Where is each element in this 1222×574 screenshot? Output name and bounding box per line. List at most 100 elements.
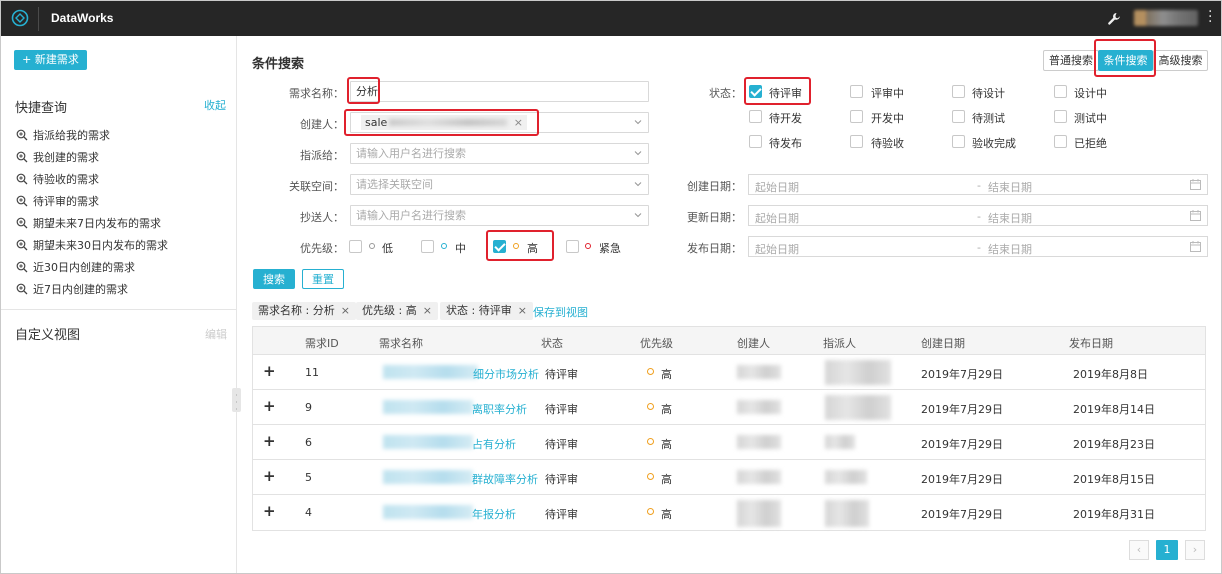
expand-row-icon[interactable]: +	[263, 502, 276, 520]
cell-name-link[interactable]: 细分市场分析	[473, 366, 539, 382]
highlight-box-status	[744, 77, 811, 105]
updated-date-range[interactable]: 起始日期 - 结束日期	[748, 205, 1208, 226]
cell-id: 6	[305, 436, 312, 449]
space-select[interactable]: 请选择关联空间	[350, 174, 649, 195]
priority-urgent-checkbox[interactable]	[566, 240, 579, 253]
creator-redacted	[737, 500, 781, 527]
cc-select[interactable]: 请输入用户名进行搜索	[350, 205, 649, 226]
status-checkbox-pending-design[interactable]	[952, 85, 965, 98]
name-input[interactable]: 分析	[350, 81, 649, 102]
column-header-priority[interactable]: 优先级	[640, 335, 673, 351]
release-date-range[interactable]: 起始日期 - 结束日期	[748, 236, 1208, 257]
filter-tag-label: 需求名称 : 分析	[258, 304, 335, 317]
status-checkbox-in-dev[interactable]	[850, 110, 863, 123]
expand-row-icon[interactable]: +	[263, 397, 276, 415]
cell-status: 待评审	[545, 508, 578, 521]
advanced-search-button[interactable]: 高级搜索	[1153, 50, 1208, 71]
assignee-select[interactable]: 请输入用户名进行搜索	[350, 143, 649, 164]
save-to-view-link[interactable]: 保存到视图	[533, 304, 588, 320]
normal-search-button[interactable]: 普通搜索	[1043, 50, 1099, 71]
column-header-status[interactable]: 状态	[541, 335, 563, 351]
cc-placeholder: 请输入用户名进行搜索	[356, 209, 466, 222]
created-date-label: 创建日期：	[687, 180, 742, 193]
search-button[interactable]: 搜索	[253, 269, 295, 289]
status-checkbox-in-review[interactable]	[850, 85, 863, 98]
quick-item-label: 待评审的需求	[33, 195, 99, 208]
search-icon	[16, 195, 28, 207]
quick-item-release-7-days[interactable]: 期望未来7日内发布的需求	[16, 212, 226, 234]
column-header-created-date[interactable]: 创建日期	[921, 335, 965, 351]
reset-button[interactable]: 重置	[302, 269, 344, 289]
pagination-prev-button[interactable]: ‹	[1129, 540, 1149, 560]
quick-item-label: 指派给我的需求	[33, 129, 110, 142]
quick-item-created-30-days[interactable]: 近30日内创建的需求	[16, 256, 226, 278]
priority-medium-dot	[441, 243, 447, 249]
sidebar-divider	[1, 309, 237, 310]
highlight-box-name	[347, 77, 380, 104]
cell-id: 4	[305, 506, 312, 519]
status-checkbox-accepted[interactable]	[952, 135, 965, 148]
table-row[interactable]: + 5 群故障率分析 待评审 高 2019年7月29日 2019年8月15日	[253, 460, 1205, 495]
created-date-range[interactable]: 起始日期 - 结束日期	[748, 174, 1208, 195]
status-checkbox-pending-release[interactable]	[749, 135, 762, 148]
quick-query-list: 指派给我的需求 我创建的需求 待验收的需求 待评审的需求 期望未来7日内发布的需…	[16, 124, 226, 300]
column-header-release-date[interactable]: 发布日期	[1069, 335, 1113, 351]
pagination-next-button[interactable]: ›	[1185, 540, 1205, 560]
quick-item-assigned-to-me[interactable]: 指派给我的需求	[16, 124, 226, 146]
assignee-redacted	[825, 360, 891, 385]
status-checkbox-in-test[interactable]	[1054, 110, 1067, 123]
status-checkbox-pending-dev[interactable]	[749, 110, 762, 123]
priority-medium-checkbox[interactable]	[421, 240, 434, 253]
dataworks-logo-icon[interactable]	[11, 9, 29, 27]
cell-created-date: 2019年7月29日	[921, 473, 1003, 486]
remove-filter-icon[interactable]: ×	[423, 304, 432, 317]
column-header-creator[interactable]: 创建人	[737, 335, 770, 351]
user-avatar[interactable]	[1134, 10, 1198, 26]
section-title: 条件搜索	[252, 57, 305, 72]
remove-filter-icon[interactable]: ×	[341, 304, 350, 317]
priority-high-dot	[647, 403, 654, 410]
column-header-id[interactable]: 需求ID	[305, 335, 339, 351]
search-icon	[16, 151, 28, 163]
status-checkbox-pending-acceptance[interactable]	[850, 135, 863, 148]
table-row[interactable]: + 9 离职率分析 待评审 高 2019年7月29日 2019年8月14日	[253, 390, 1205, 425]
quick-item-created-by-me[interactable]: 我创建的需求	[16, 146, 226, 168]
table-row[interactable]: + 6 占有分析 待评审 高 2019年7月29日 2019年8月23日	[253, 425, 1205, 460]
remove-filter-icon[interactable]: ×	[518, 304, 527, 317]
cell-name-link[interactable]: 离职率分析	[472, 401, 527, 417]
edit-link[interactable]: 编辑	[205, 326, 227, 342]
cell-name-link[interactable]: 占有分析	[472, 436, 516, 452]
column-header-assignee[interactable]: 指派人	[823, 335, 856, 351]
expand-row-icon[interactable]: +	[263, 432, 276, 450]
search-icon	[16, 239, 28, 251]
collapse-link[interactable]: 收起	[204, 97, 226, 113]
quick-item-release-30-days[interactable]: 期望未来30日内发布的需求	[16, 234, 226, 256]
status-label: 状态：	[709, 87, 742, 100]
name-redacted	[383, 470, 473, 484]
table-row[interactable]: + 4 年报分析 待评审 高 2019年7月29日 2019年8月31日	[253, 495, 1205, 530]
status-label-pending-release: 待发布	[769, 137, 802, 150]
more-menu-icon[interactable]: · · ·	[1208, 5, 1212, 29]
column-header-name[interactable]: 需求名称	[379, 335, 423, 351]
cell-status: 待评审	[545, 473, 578, 486]
table-row[interactable]: + 11 细分市场分析 待评审 高 2019年7月29日 2019年8月8日	[253, 355, 1205, 390]
cell-release-date: 2019年8月15日	[1073, 473, 1155, 486]
date-separator: -	[977, 241, 981, 254]
chevron-down-icon	[634, 182, 642, 187]
expand-row-icon[interactable]: +	[263, 467, 276, 485]
name-redacted	[383, 505, 473, 519]
status-checkbox-rejected[interactable]	[1054, 135, 1067, 148]
priority-low-checkbox[interactable]	[349, 240, 362, 253]
cell-id: 5	[305, 471, 312, 484]
expand-row-icon[interactable]: +	[263, 362, 276, 380]
quick-item-pending-review[interactable]: 待评审的需求	[16, 190, 226, 212]
quick-item-pending-acceptance[interactable]: 待验收的需求	[16, 168, 226, 190]
quick-item-created-7-days[interactable]: 近7日内创建的需求	[16, 278, 226, 300]
cell-name-link[interactable]: 年报分析	[472, 506, 516, 522]
status-checkbox-pending-test[interactable]	[952, 110, 965, 123]
new-requirement-button[interactable]: + 新建需求	[14, 50, 87, 70]
pagination-current-page[interactable]: 1	[1156, 540, 1178, 560]
status-checkbox-in-design[interactable]	[1054, 85, 1067, 98]
wrench-icon[interactable]	[1106, 11, 1122, 27]
cell-name-link[interactable]: 群故障率分析	[472, 471, 538, 487]
